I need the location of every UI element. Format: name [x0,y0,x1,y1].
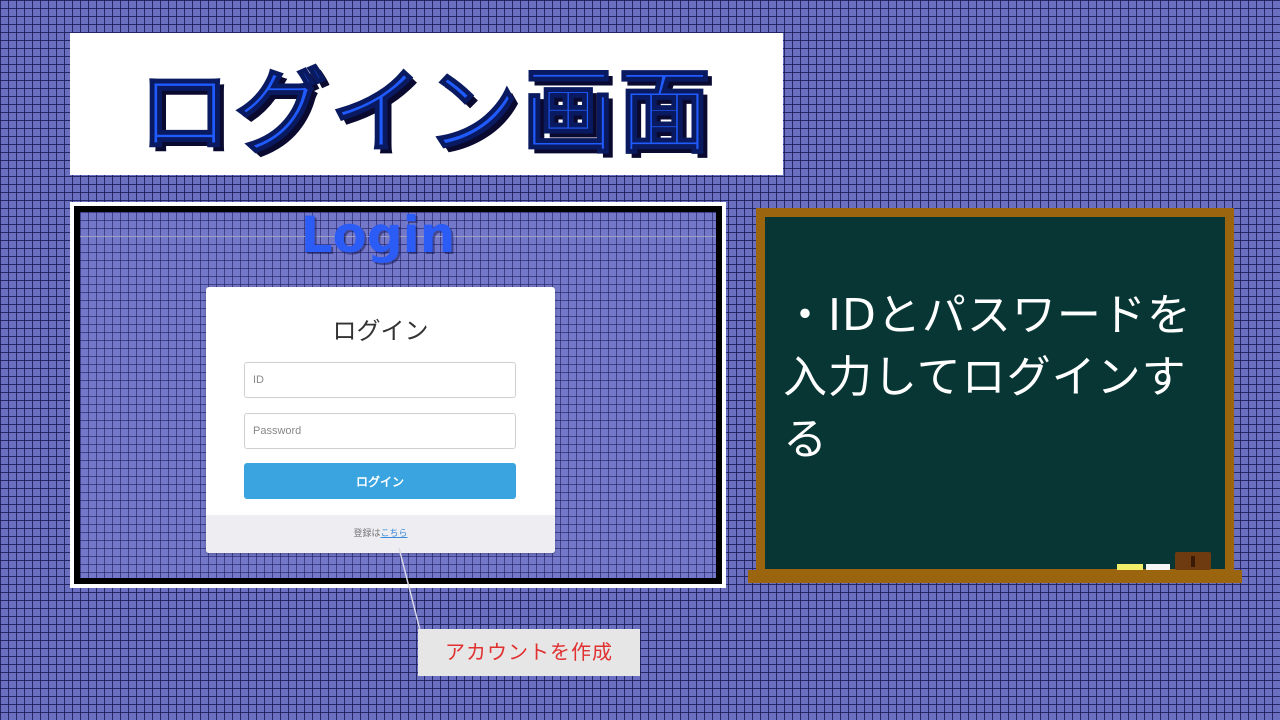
blackboard: ・IDとパスワードを入力してログインする [765,217,1225,569]
login-screenshot-canvas: Login ログイン ログイン 登録はこちら [74,206,722,584]
blackboard-text: ・IDとパスワードを入力してログインする [783,290,1192,465]
slide-title-box: ログイン画面 [70,33,783,175]
password-input[interactable] [244,413,516,449]
screenshot-heading: Login [300,206,456,264]
slide-title: ログイン画面 [137,58,715,167]
register-footer: 登録はこちら [206,515,555,553]
id-input[interactable] [244,362,516,398]
login-card: ログイン ログイン 登録はこちら [206,287,555,553]
chalk-tray [748,570,1242,583]
blackboard-frame: ・IDとパスワードを入力してログインする [756,208,1234,578]
register-link[interactable]: こちら [381,529,408,539]
eraser-handle-icon [1191,556,1195,567]
white-chalk-icon [1146,564,1170,570]
register-prefix: 登録は [353,529,381,539]
yellow-chalk-icon [1117,564,1143,570]
create-account-callout: アカウントを作成 [418,629,640,676]
login-screenshot: Login ログイン ログイン 登録はこちら [70,202,726,588]
login-title: ログイン [332,317,429,345]
login-button[interactable]: ログイン [244,463,516,499]
